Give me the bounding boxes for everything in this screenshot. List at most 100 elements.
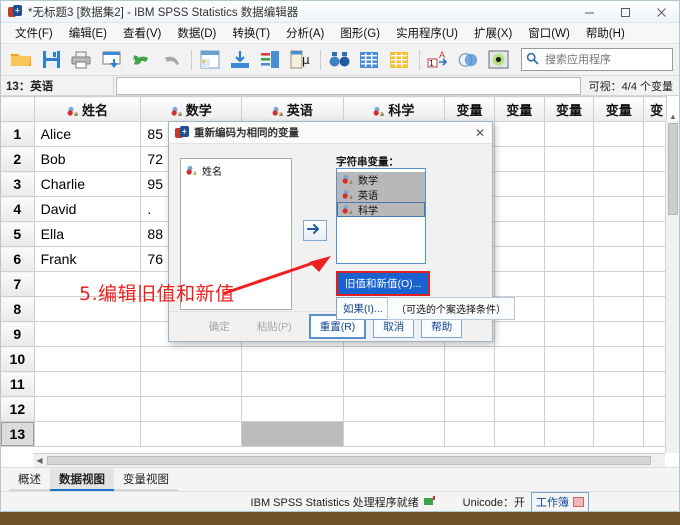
row-number[interactable]: 3 [1,171,35,197]
grid-cell-empty[interactable] [643,271,667,297]
grid-cell-empty[interactable] [494,396,545,422]
grid-cell-empty[interactable] [643,196,667,222]
grid-cell[interactable] [140,346,242,372]
grid-cell[interactable] [140,421,242,447]
row-number[interactable]: 7 [1,271,35,297]
horizontal-scroll-thumb[interactable] [47,456,651,465]
grid-cell-empty[interactable] [494,221,545,247]
grid-cell-empty[interactable] [494,371,545,397]
grid-vertical-scrollbar[interactable]: ▲ [665,112,679,453]
row-number[interactable]: 9 [1,321,35,347]
grid-cell[interactable] [241,346,344,372]
row-number[interactable]: 13 [1,421,35,447]
grid-cell[interactable] [241,421,344,447]
undo-icon[interactable] [127,47,155,73]
maximize-button[interactable] [607,1,643,23]
row-number[interactable]: 12 [1,396,35,422]
row-number[interactable]: 11 [1,371,35,397]
menu-file[interactable]: 文件(F) [7,23,61,43]
grid-cell-empty[interactable] [643,371,667,397]
grid-cell[interactable] [34,346,142,372]
grid-cell-empty[interactable] [643,346,667,372]
grid-cell-empty[interactable] [494,196,545,222]
row-number[interactable]: 6 [1,246,35,272]
split-file-icon[interactable]: 1A [424,47,452,73]
grid-cell-empty[interactable] [643,171,667,197]
target-variable-list[interactable]: a 数学 a 英语 a 科学 [336,168,426,264]
grid-cell[interactable] [34,421,142,447]
table-row[interactable]: 11 [1,371,667,397]
grid-cell-empty[interactable] [643,321,667,347]
if-condition-button[interactable]: 如果(I)... [336,297,390,320]
grid-cell-empty[interactable] [544,221,595,247]
grid-cell-empty[interactable] [544,146,595,172]
goto-variable-icon[interactable] [226,47,254,73]
menu-extensions[interactable]: 扩展(X) [466,23,520,43]
list-item[interactable]: a 姓名 [181,163,291,178]
grid-cell[interactable] [34,371,142,397]
redo-icon[interactable] [157,47,185,73]
row-number[interactable]: 2 [1,146,35,172]
grid-cell-empty[interactable] [544,121,595,147]
insert-variable-icon[interactable] [385,47,413,73]
grid-cell-empty[interactable] [494,146,545,172]
grid-cell[interactable] [241,396,344,422]
variables-icon[interactable] [256,47,284,73]
grid-cell-empty[interactable] [593,121,645,147]
column-header-name[interactable]: a 姓名 [34,96,142,122]
menu-analyze[interactable]: 分析(A) [278,23,332,43]
cell-value-input[interactable] [116,76,581,95]
row-number[interactable]: 8 [1,296,35,322]
grid-cell[interactable]: Bob [34,146,142,172]
grid-cell-empty[interactable] [593,146,645,172]
list-item[interactable]: a 科学 [337,202,425,217]
grid-cell-empty[interactable] [494,421,545,447]
grid-cell-empty[interactable] [544,196,595,222]
grid-cell-empty[interactable] [544,296,595,322]
search-input[interactable] [543,52,669,67]
grid-cell[interactable] [241,371,344,397]
menu-utilities[interactable]: 实用程序(U) [388,23,466,43]
grid-cell-empty[interactable] [494,171,545,197]
grid-cell-empty[interactable] [593,221,645,247]
grid-cell[interactable] [34,396,142,422]
column-header-english[interactable]: a 英语 [241,96,344,122]
weight-cases-icon[interactable] [454,47,482,73]
grid-cell-empty[interactable] [444,371,495,397]
paste-button[interactable]: 粘贴(P) [247,315,302,338]
grid-cell-empty[interactable] [494,121,545,147]
ok-button[interactable]: 确定 [199,315,240,338]
recall-dialog-icon[interactable] [97,47,125,73]
grid-cell[interactable] [343,421,446,447]
grid-cell-empty[interactable] [593,271,645,297]
column-header-math[interactable]: a 数学 [140,96,242,122]
grid-cell-empty[interactable] [593,346,645,372]
table-row[interactable]: 13 [1,421,667,447]
grid-cell-empty[interactable] [593,371,645,397]
list-item[interactable]: a 英语 [337,187,425,202]
menu-window[interactable]: 窗口(W) [520,23,578,43]
grid-cell-empty[interactable] [544,371,595,397]
minimize-button[interactable] [571,1,607,23]
grid-cell-empty[interactable] [544,271,595,297]
grid-cell-empty[interactable] [494,346,545,372]
row-number[interactable]: 1 [1,121,35,147]
grid-cell[interactable] [140,396,242,422]
column-header-science[interactable]: a 科学 [343,96,446,122]
grid-cell[interactable]: Alice [34,121,142,147]
grid-cell[interactable] [140,371,242,397]
save-icon[interactable] [37,47,65,73]
column-header-empty-1[interactable]: 变量 [444,96,495,122]
column-header-empty-2[interactable]: 变量 [494,96,545,122]
grid-cell-empty[interactable] [544,396,595,422]
grid-cell-empty[interactable] [643,146,667,172]
menu-transform[interactable]: 转换(T) [224,23,278,43]
tab-overview[interactable]: 概述 [9,469,50,491]
grid-cell-empty[interactable] [643,121,667,147]
grid-cell[interactable]: Ella [34,221,142,247]
print-icon[interactable] [67,47,95,73]
grid-cell[interactable]: Charlie [34,171,142,197]
grid-cell-empty[interactable] [444,346,495,372]
grid-cell-empty[interactable] [444,396,495,422]
insert-case-icon[interactable] [355,47,383,73]
